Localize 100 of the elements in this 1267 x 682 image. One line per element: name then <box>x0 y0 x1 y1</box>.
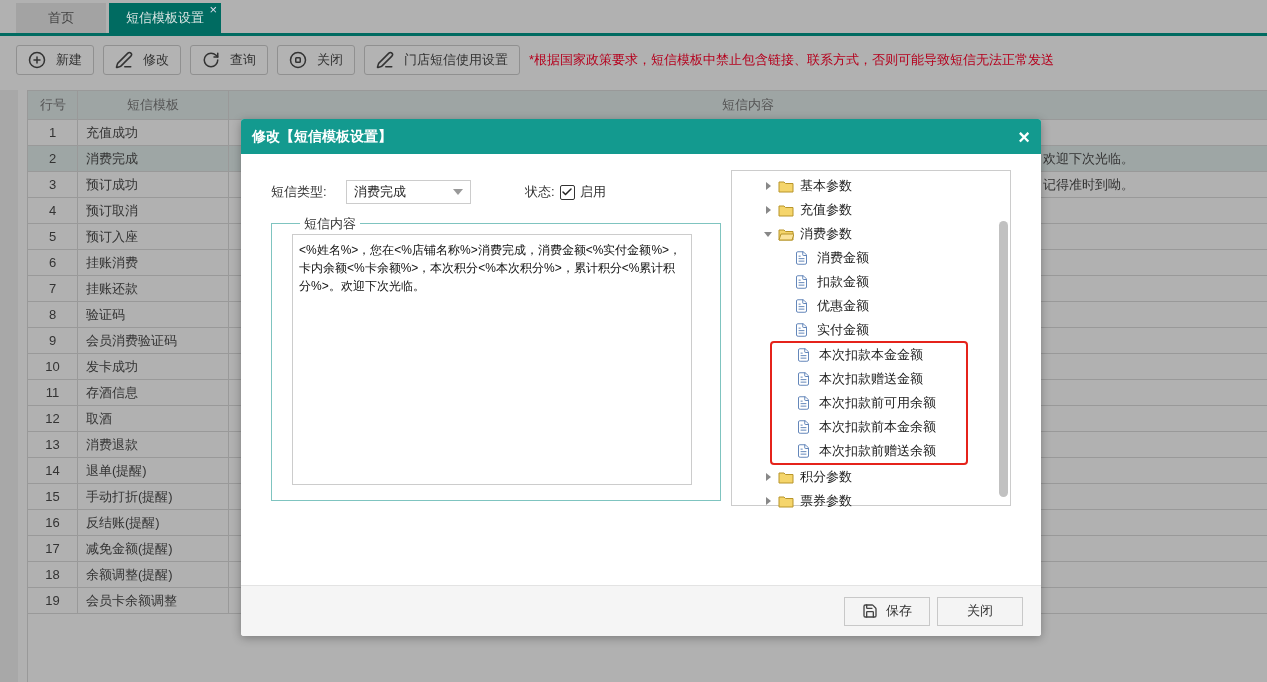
tree-item[interactable]: 消费金额 <box>817 248 869 268</box>
table-cell: 消费完成 <box>78 146 229 171</box>
dropdown-caret-icon <box>453 189 463 195</box>
field-label: 状态: <box>525 183 555 202</box>
document-icon <box>796 347 811 363</box>
toolbar-button[interactable]: 新建 <box>16 45 94 75</box>
document-icon <box>796 419 811 435</box>
document-icon <box>794 322 809 338</box>
table-cell: 12 <box>28 406 78 431</box>
expand-arrow-icon[interactable] <box>764 182 772 190</box>
table-cell: 13 <box>28 432 78 457</box>
table-cell: 6 <box>28 250 78 275</box>
table-cell: 预订成功 <box>78 172 229 197</box>
stop-icon <box>289 51 307 69</box>
table-cell: 会员消费验证码 <box>78 328 229 353</box>
folder-icon <box>778 203 794 217</box>
table-cell: 19 <box>28 588 78 613</box>
table-cell: 预订取消 <box>78 198 229 223</box>
tree-item[interactable]: 优惠金额 <box>817 296 869 316</box>
table-cell: 4 <box>28 198 78 223</box>
table-cell: 2 <box>28 146 78 171</box>
checkbox-label: 启用 <box>579 183 606 202</box>
table-cell: 预订入座 <box>78 224 229 249</box>
tree-item[interactable]: 本次扣款本金金额 <box>819 345 923 365</box>
pen-icon <box>115 51 133 69</box>
table-cell: 挂账消费 <box>78 250 229 275</box>
table-cell: 1 <box>28 120 78 145</box>
field-label: 短信类型: <box>271 183 328 202</box>
toolbar-button[interactable]: 门店短信使用设置 <box>364 45 520 75</box>
dialog-button[interactable]: 关闭 <box>937 596 1023 626</box>
tree-item[interactable]: 本次扣款赠送金额 <box>819 369 923 389</box>
table-cell: 取酒 <box>78 406 229 431</box>
expand-arrow-icon[interactable] <box>764 497 772 505</box>
table-cell: 5 <box>28 224 78 249</box>
table-cell: 反结账(提醒) <box>78 510 229 535</box>
folder-icon <box>778 494 794 508</box>
document-icon <box>796 371 811 387</box>
table-cell: 7 <box>28 276 78 301</box>
table-cell: 8 <box>28 302 78 327</box>
tree-item[interactable]: 实付金额 <box>817 320 869 340</box>
dialog-button[interactable]: 保存 <box>844 596 930 626</box>
table-cell: 17 <box>28 536 78 561</box>
table-cell: 15 <box>28 484 78 509</box>
open-folder-icon <box>778 227 794 241</box>
tree-folder[interactable]: 基本参数 <box>800 176 852 196</box>
tree-folder[interactable]: 票券参数 <box>800 491 852 511</box>
tree-item[interactable]: 本次扣款前本金余额 <box>819 417 936 437</box>
policy-notice: *根据国家政策要求，短信模板中禁止包含链接、联系方式，否则可能导致短信无法正常发送 <box>529 51 1055 70</box>
table-cell: 发卡成功 <box>78 354 229 379</box>
table-cell: 14 <box>28 458 78 483</box>
folder-icon <box>778 179 794 193</box>
tab[interactable]: 首页 <box>16 3 106 33</box>
column-header: 行号 <box>28 91 78 119</box>
document-icon <box>796 443 811 459</box>
toolbar-button[interactable]: 查询 <box>190 45 268 75</box>
status-checkbox[interactable] <box>559 184 575 200</box>
document-icon <box>796 395 811 411</box>
collapse-arrow-icon[interactable] <box>764 230 772 238</box>
add-icon <box>28 51 46 69</box>
tree-item[interactable]: 本次扣款前赠送余额 <box>819 441 936 461</box>
expand-arrow-icon[interactable] <box>764 206 772 214</box>
tree-folder[interactable]: 消费参数 <box>800 224 852 244</box>
table-cell: 退单(提醒) <box>78 458 229 483</box>
group-legend: 短信内容 <box>300 214 360 234</box>
table-cell: 验证码 <box>78 302 229 327</box>
document-icon <box>794 274 809 290</box>
table-cell: 消费退款 <box>78 432 229 457</box>
document-icon <box>794 250 809 266</box>
column-header: 短信内容 <box>721 96 775 115</box>
content-field[interactable]: <%姓名%>，您在<%店铺名称%>消费完成，消费金额<%实付金额%>，卡内余额<%卡余额%>，本次积分<%本次积分%>，累计积分<%累计积分%>。欢迎下次光临。 <box>292 233 692 485</box>
table-cell: 手动打折(提醒) <box>78 484 229 509</box>
close-tab-button[interactable]: × <box>209 3 217 16</box>
table-cell: 11 <box>28 380 78 405</box>
scrollbar[interactable] <box>999 221 1008 497</box>
table-cell: 10 <box>28 354 78 379</box>
tree-item[interactable]: 扣款金额 <box>817 272 869 292</box>
table-cell: 16 <box>28 510 78 535</box>
toolbar-button[interactable]: 关闭 <box>277 45 355 75</box>
table-cell: 充值成功 <box>78 120 229 145</box>
tree-folder[interactable]: 积分参数 <box>800 467 852 487</box>
toolbar-button[interactable]: 修改 <box>103 45 181 75</box>
table-cell: 存酒信息 <box>78 380 229 405</box>
save-icon <box>862 603 878 619</box>
refresh-icon <box>202 51 220 69</box>
tree-item[interactable]: 本次扣款前可用余额 <box>819 393 936 413</box>
expand-arrow-icon[interactable] <box>764 473 772 481</box>
table-cell: 18 <box>28 562 78 587</box>
document-icon <box>794 298 809 314</box>
table-cell: 挂账还款 <box>78 276 229 301</box>
pen-icon <box>376 51 394 69</box>
tree-folder[interactable]: 充值参数 <box>800 200 852 220</box>
table-cell: 余额调整(提醒) <box>78 562 229 587</box>
tab[interactable]: 短信模板设置 × <box>109 3 221 33</box>
table-cell: 会员卡余额调整 <box>78 588 229 613</box>
type-select[interactable]: 消费完成 <box>346 180 471 204</box>
dialog-title: 修改【短信模板设置】 <box>252 127 392 146</box>
column-header: 短信模板 <box>78 91 229 119</box>
table-cell-text: 记得准时到呦。 <box>1043 175 1134 194</box>
table-cell: 减免金额(提醒) <box>78 536 229 561</box>
table-cell-text: 欢迎下次光临。 <box>1043 149 1134 168</box>
